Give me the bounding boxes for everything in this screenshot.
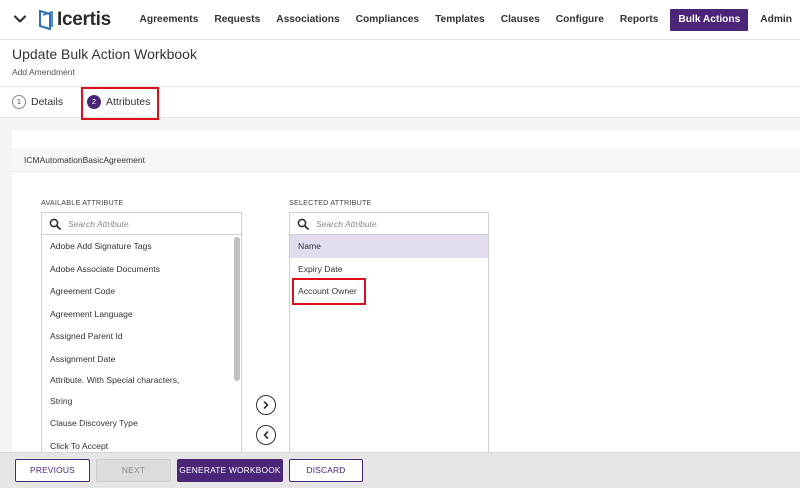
list-item[interactable]: Adobe Associate Documents <box>42 258 241 281</box>
selected-items: Name Expiry Date Account Owner <box>290 235 488 455</box>
previous-button[interactable]: PREVIOUS <box>15 459 90 482</box>
arrow-left-icon <box>263 431 269 439</box>
account-owner-highlight <box>292 278 366 305</box>
attributes-step-highlight <box>81 87 159 120</box>
selected-attribute-label: SELECTED ATTRIBUTE <box>289 198 372 207</box>
main-menu: Agreements Requests Associations Complia… <box>131 9 800 31</box>
footer-bar: PREVIOUS NEXT GENERATE WORKBOOK DISCARD <box>0 452 800 488</box>
search-icon <box>49 218 61 230</box>
available-list-scrollbar[interactable] <box>234 237 240 381</box>
list-item[interactable]: Assigned Parent Id <box>42 325 241 348</box>
list-item[interactable]: Adobe Add Signature Tags <box>42 235 241 258</box>
list-item[interactable]: Attribute. With Special characters, Stri… <box>42 370 241 412</box>
nav-templates[interactable]: Templates <box>427 9 493 31</box>
generate-workbook-button[interactable]: GENERATE WORKBOOK <box>177 459 283 482</box>
list-item[interactable]: Agreement Code <box>42 280 241 303</box>
nav-clauses[interactable]: Clauses <box>493 9 548 31</box>
agreement-header: ICMAutomationBasicAgreement <box>12 148 800 172</box>
available-attribute-list: Adobe Add Signature Tags Adobe Associate… <box>41 212 242 456</box>
step-label: Details <box>31 96 64 108</box>
available-search-input[interactable] <box>68 218 218 229</box>
nav-admin[interactable]: Admin <box>752 9 800 31</box>
list-item[interactable]: Assignment Date <box>42 348 241 371</box>
chevron-down-icon[interactable] <box>12 11 28 27</box>
page-subtitle: Add Amendment <box>12 67 75 77</box>
available-attribute-label: AVAILABLE ATTRIBUTE <box>41 198 124 207</box>
next-button[interactable]: NEXT <box>96 459 171 482</box>
selected-search <box>290 213 488 235</box>
discard-button[interactable]: DISCARD <box>289 459 363 482</box>
page-title: Update Bulk Action Workbook <box>12 46 197 62</box>
selected-search-input[interactable] <box>316 218 466 229</box>
list-item[interactable]: Agreement Language <box>42 303 241 326</box>
available-items: Adobe Add Signature Tags Adobe Associate… <box>42 235 241 455</box>
search-icon <box>297 218 309 230</box>
nav-bulk-actions[interactable]: Bulk Actions <box>670 9 749 31</box>
step-details[interactable]: 1 Details <box>12 95 63 109</box>
nav-associations[interactable]: Associations <box>268 9 347 31</box>
arrow-right-icon <box>263 401 269 409</box>
list-item[interactable]: Clause Discovery Type <box>42 412 241 435</box>
nav-compliances[interactable]: Compliances <box>348 9 427 31</box>
agreement-name: ICMAutomationBasicAgreement <box>24 155 145 165</box>
step-number: 1 <box>12 95 26 109</box>
nav-requests[interactable]: Requests <box>206 9 268 31</box>
nav-configure[interactable]: Configure <box>548 9 612 31</box>
list-item[interactable]: Expiry Date <box>290 258 488 281</box>
selected-attribute-list: Name Expiry Date Account Owner <box>289 212 489 456</box>
icertis-logo-icon <box>39 9 53 31</box>
list-item[interactable]: Name <box>290 235 488 258</box>
brand-logo[interactable]: Icertis <box>38 8 111 32</box>
top-navigation: Icertis Agreements Requests Associations… <box>0 0 800 40</box>
nav-reports[interactable]: Reports <box>612 9 667 31</box>
move-right-button[interactable] <box>256 395 276 415</box>
nav-agreements[interactable]: Agreements <box>131 9 206 31</box>
available-search <box>42 213 241 235</box>
move-left-button[interactable] <box>256 425 276 445</box>
brand-name: Icertis <box>57 9 111 30</box>
